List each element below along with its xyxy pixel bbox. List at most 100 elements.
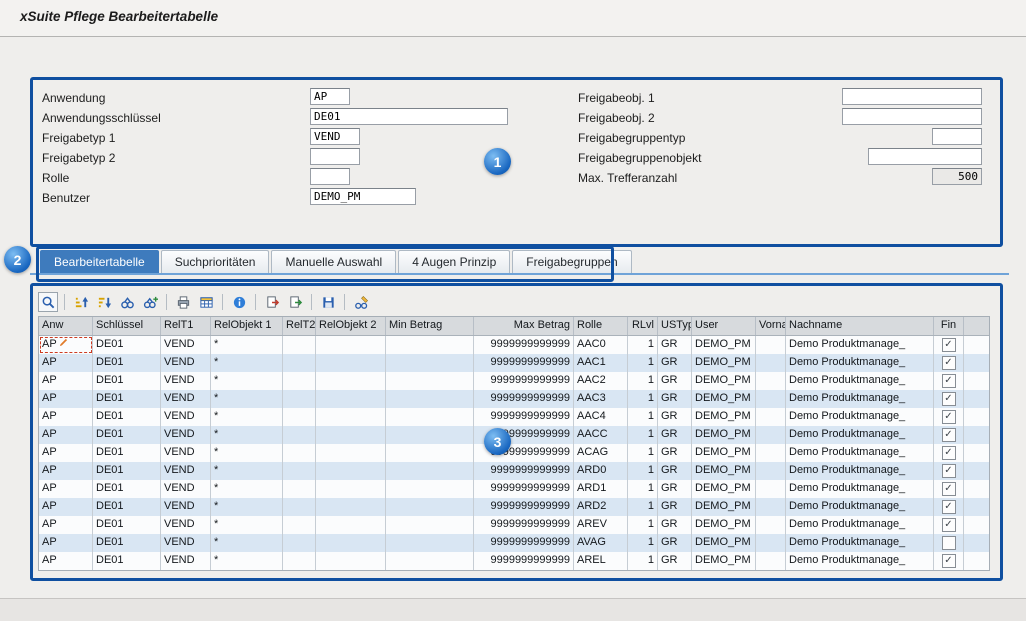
cell-min-betrag[interactable] xyxy=(386,372,474,390)
cell-nachname[interactable]: Demo Produktmanage_ xyxy=(786,372,934,390)
cell-relt2[interactable] xyxy=(283,480,316,498)
column-header-max-betrag[interactable]: Max Betrag xyxy=(474,317,574,335)
display-change-icon[interactable] xyxy=(351,292,371,312)
cell-rlvl[interactable]: 1 xyxy=(628,552,658,570)
cell-rolle[interactable]: AAC1 xyxy=(574,354,628,372)
cell-relobjekt-2[interactable] xyxy=(316,336,386,354)
cell-relt2[interactable] xyxy=(283,498,316,516)
cell-ustyp[interactable]: GR xyxy=(658,408,692,426)
cell-max-betrag[interactable]: 9999999999999 xyxy=(474,516,574,534)
find-icon[interactable] xyxy=(117,292,137,312)
cell-fin[interactable]: ✓ xyxy=(934,444,964,462)
cell-relt1[interactable]: VEND xyxy=(161,354,211,372)
column-header-user[interactable]: User xyxy=(692,317,756,335)
cell-schluessel[interactable]: DE01 xyxy=(93,336,161,354)
cell-relt2[interactable] xyxy=(283,534,316,552)
cell-fin[interactable]: ✓ xyxy=(934,372,964,390)
column-header-rlvl[interactable]: RLvl xyxy=(628,317,658,335)
cell-min-betrag[interactable] xyxy=(386,498,474,516)
tab-suchprioritaeten[interactable]: Suchprioritäten xyxy=(161,250,270,273)
cell-relobjekt-1[interactable]: * xyxy=(211,498,283,516)
cell-rlvl[interactable]: 1 xyxy=(628,498,658,516)
cell-relt1[interactable]: VEND xyxy=(161,372,211,390)
cell-vorname[interactable] xyxy=(756,498,786,516)
cell-ustyp[interactable]: GR xyxy=(658,498,692,516)
cell-min-betrag[interactable] xyxy=(386,336,474,354)
cell-rlvl[interactable]: 1 xyxy=(628,390,658,408)
cell-vorname[interactable] xyxy=(756,534,786,552)
cell-ustyp[interactable]: GR xyxy=(658,516,692,534)
cell-rolle[interactable]: ACAG xyxy=(574,444,628,462)
cell-relt2[interactable] xyxy=(283,372,316,390)
cell-rlvl[interactable]: 1 xyxy=(628,516,658,534)
cell-nachname[interactable]: Demo Produktmanage_ xyxy=(786,480,934,498)
table-row[interactable]: APDE01VEND*9999999999999ARD21GRDEMO_PMDe… xyxy=(39,498,989,516)
tab-bearbeitertabelle[interactable]: Bearbeitertabelle xyxy=(40,250,159,273)
column-header-relobjekt-2[interactable]: RelObjekt 2 xyxy=(316,317,386,335)
cell-vorname[interactable] xyxy=(756,336,786,354)
cell-rlvl[interactable]: 1 xyxy=(628,372,658,390)
cell-anw[interactable]: AP xyxy=(39,354,93,372)
cell-max-betrag[interactable]: 9999999999999 xyxy=(474,372,574,390)
cell-relobjekt-1[interactable]: * xyxy=(211,390,283,408)
cell-schluessel[interactable]: DE01 xyxy=(93,426,161,444)
cell-relt1[interactable]: VEND xyxy=(161,336,211,354)
sort-ascending-icon[interactable] xyxy=(71,292,91,312)
tab-4-augen-prinzip[interactable]: 4 Augen Prinzip xyxy=(398,250,510,273)
print-icon[interactable] xyxy=(173,292,193,312)
cell-ustyp[interactable]: GR xyxy=(658,534,692,552)
cell-relt2[interactable] xyxy=(283,390,316,408)
cell-anw[interactable]: AP xyxy=(39,516,93,534)
views-icon[interactable] xyxy=(196,292,216,312)
freigabegruppenobjekt-field[interactable] xyxy=(868,148,982,165)
fin-checkbox[interactable]: ✓ xyxy=(942,500,956,514)
cell-relobjekt-2[interactable] xyxy=(316,534,386,552)
column-header-relobjekt-1[interactable]: RelObjekt 1 xyxy=(211,317,283,335)
cell-rolle[interactable]: AREV xyxy=(574,516,628,534)
cell-min-betrag[interactable] xyxy=(386,354,474,372)
cell-nachname[interactable]: Demo Produktmanage_ xyxy=(786,462,934,480)
sort-descending-icon[interactable] xyxy=(94,292,114,312)
fin-checkbox[interactable]: ✓ xyxy=(942,374,956,388)
column-header-ustyp[interactable]: USTyp xyxy=(658,317,692,335)
cell-rlvl[interactable]: 1 xyxy=(628,444,658,462)
cell-rolle[interactable]: AAC4 xyxy=(574,408,628,426)
cell-vorname[interactable] xyxy=(756,372,786,390)
cell-max-betrag[interactable]: 9999999999999 xyxy=(474,480,574,498)
column-header-schluessel[interactable]: Schlüssel xyxy=(93,317,161,335)
cell-relobjekt-1[interactable]: * xyxy=(211,336,283,354)
cell-min-betrag[interactable] xyxy=(386,462,474,480)
cell-anw[interactable]: AP xyxy=(39,480,93,498)
cell-rlvl[interactable]: 1 xyxy=(628,408,658,426)
cell-rolle[interactable]: AACC xyxy=(574,426,628,444)
cell-user[interactable]: DEMO_PM xyxy=(692,462,756,480)
cell-max-betrag[interactable]: 9999999999999 xyxy=(474,498,574,516)
cell-ustyp[interactable]: GR xyxy=(658,462,692,480)
cell-schluessel[interactable]: DE01 xyxy=(93,480,161,498)
fin-checkbox[interactable]: ✓ xyxy=(942,446,956,460)
cell-nachname[interactable]: Demo Produktmanage_ xyxy=(786,552,934,570)
cell-schluessel[interactable]: DE01 xyxy=(93,462,161,480)
table-row[interactable]: APDE01VEND*9999999999999ARD01GRDEMO_PMDe… xyxy=(39,462,989,480)
cell-relt1[interactable]: VEND xyxy=(161,534,211,552)
column-header-nachname[interactable]: Nachname xyxy=(786,317,934,335)
cell-rlvl[interactable]: 1 xyxy=(628,354,658,372)
cell-max-betrag[interactable]: 9999999999999 xyxy=(474,336,574,354)
cell-relobjekt-2[interactable] xyxy=(316,498,386,516)
cell-schluessel[interactable]: DE01 xyxy=(93,354,161,372)
cell-vorname[interactable] xyxy=(756,462,786,480)
cell-vorname[interactable] xyxy=(756,390,786,408)
local-file-icon[interactable] xyxy=(285,292,305,312)
cell-vorname[interactable] xyxy=(756,426,786,444)
tab-freigabegruppen[interactable]: Freigabegruppen xyxy=(512,250,631,273)
cell-fin[interactable]: ✓ xyxy=(934,426,964,444)
cell-relobjekt-2[interactable] xyxy=(316,462,386,480)
cell-rlvl[interactable]: 1 xyxy=(628,480,658,498)
cell-anw[interactable]: AP xyxy=(39,552,93,570)
table-row[interactable]: APDE01VEND*9999999999999AREL1GRDEMO_PMDe… xyxy=(39,552,989,570)
table-row[interactable]: APDE01VEND*9999999999999AREV1GRDEMO_PMDe… xyxy=(39,516,989,534)
cell-relt2[interactable] xyxy=(283,336,316,354)
cell-user[interactable]: DEMO_PM xyxy=(692,336,756,354)
freigabetyp-1-field[interactable] xyxy=(310,128,360,145)
cell-user[interactable]: DEMO_PM xyxy=(692,444,756,462)
